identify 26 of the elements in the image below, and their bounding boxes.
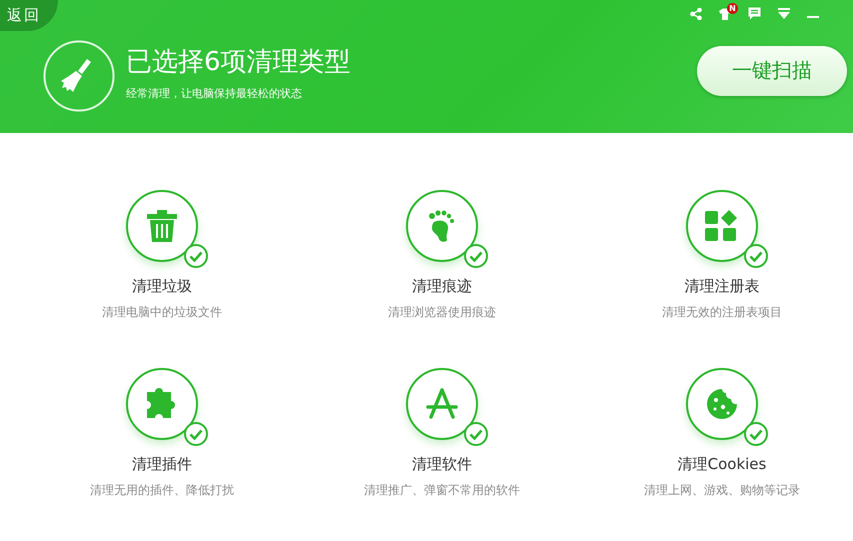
- back-button[interactable]: 返回: [0, 0, 58, 31]
- category-title: 清理痕迹: [412, 277, 472, 296]
- category-description: 清理浏览器使用痕迹: [388, 304, 496, 321]
- category-description: 清理推广、弹窗不常用的软件: [364, 482, 520, 499]
- scan-button[interactable]: 一键扫描: [697, 46, 847, 96]
- footprint-icon: [428, 210, 456, 242]
- dropdown-icon[interactable]: [778, 8, 790, 19]
- header-title: 已选择6项清理类型: [126, 46, 352, 78]
- broom-icon: [43, 40, 115, 112]
- app-store-icon: [425, 387, 459, 421]
- cookie-icon: [706, 388, 738, 420]
- category-description: 清理电脑中的垃圾文件: [102, 304, 222, 321]
- message-icon[interactable]: [748, 7, 761, 20]
- blocks-icon: [705, 210, 739, 242]
- category-description: 清理无用的插件、降低打扰: [90, 482, 234, 499]
- category-description: 清理无效的注册表项目: [662, 304, 782, 321]
- category-description: 清理上网、游戏、购物等记录: [644, 482, 800, 499]
- category-title: 清理注册表: [684, 277, 760, 296]
- notification-badge: N: [727, 2, 738, 14]
- category-title: 清理Cookies: [678, 455, 766, 474]
- share-icon[interactable]: [690, 8, 702, 20]
- header-subtitle: 经常清理，让电脑保持最轻松的状态: [126, 86, 303, 100]
- category-title: 清理垃圾: [132, 277, 192, 296]
- category-title: 清理软件: [412, 455, 472, 474]
- trash-icon: [147, 210, 177, 242]
- category-title: 清理插件: [132, 455, 192, 474]
